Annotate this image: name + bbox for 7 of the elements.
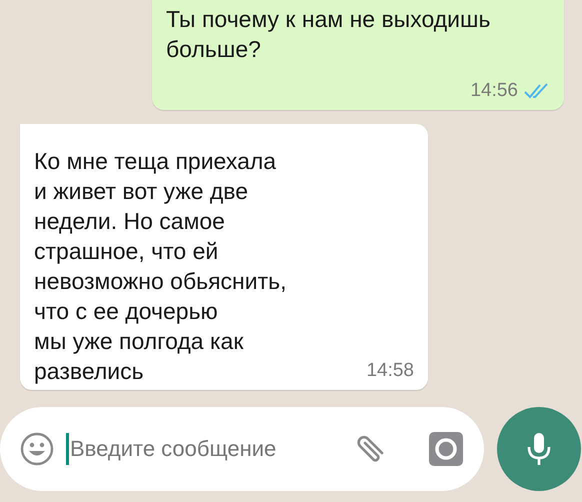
camera-icon[interactable] [428, 431, 464, 467]
message-text: Ты почему к нам не выходишь больше? [166, 5, 490, 64]
smiley-icon[interactable] [20, 432, 54, 466]
microphone-icon [527, 432, 551, 466]
message-time: 14:58 [366, 360, 414, 382]
message-text: Ко мне теща приехала и живет вот уже две недели. Но самое страшное, что ей невозможно обьяснить, что с ее дочерью мы уже полгода как развелись [34, 147, 287, 386]
message-time: 14:56 [470, 80, 518, 102]
